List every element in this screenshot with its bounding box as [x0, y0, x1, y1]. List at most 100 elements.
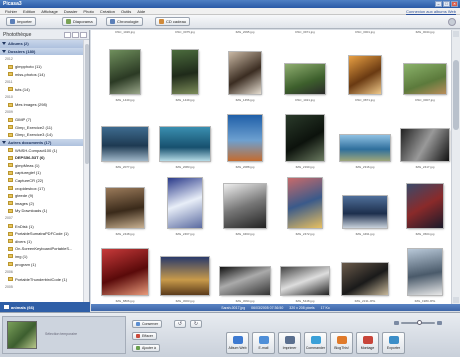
- menu-item-cration[interactable]: Création: [97, 9, 118, 14]
- sidebar-folder[interactable]: PortableSumatraPDFCode (1): [0, 230, 84, 238]
- photo-thumbnail[interactable]: [168, 178, 202, 228]
- expand-icon[interactable]: [2, 141, 6, 145]
- close-icon[interactable]: ×: [451, 1, 458, 7]
- profile-icon[interactable]: [448, 18, 456, 26]
- timeline-button[interactable]: Chronologie: [106, 17, 143, 26]
- slideshow-button[interactable]: Diaporama: [62, 17, 97, 26]
- photo-cell[interactable]: IMG_3604.jpg: [395, 174, 451, 240]
- sidebar-folder[interactable]: img (1): [0, 253, 84, 261]
- menu-item-aide[interactable]: Aide: [134, 9, 148, 14]
- sidebar-folder[interactable]: divers (1): [0, 237, 84, 245]
- sidebar-folder[interactable]: miss-photos (14): [0, 70, 84, 78]
- maximize-icon[interactable]: □: [443, 1, 450, 7]
- photo-thumbnail[interactable]: [110, 50, 140, 94]
- sidebar-folder[interactable]: Gimp_Exercice2 (11): [0, 124, 84, 132]
- add-to-button[interactable]: Ajouter à: [132, 344, 161, 352]
- photo-thumbnail[interactable]: [102, 127, 148, 161]
- sidebar-folder[interactable]: gteede (9): [0, 192, 84, 200]
- photo-thumbnail[interactable]: [106, 188, 144, 228]
- photo-thumbnail[interactable]: [224, 184, 266, 228]
- grid-scroll-thumb[interactable]: [453, 60, 459, 130]
- photo-thumbnail[interactable]: [401, 129, 449, 161]
- gift-cd-button[interactable]: CD cadeau: [155, 17, 191, 26]
- photo-cell[interactable]: IMG_1440.jpg: [95, 40, 155, 106]
- sidebar-folder[interactable]: program (1): [0, 260, 84, 268]
- menu-item-outils[interactable]: Outils: [118, 9, 134, 14]
- photo-cell[interactable]: IMG_2131.JPG: [335, 241, 395, 304]
- collage-button[interactable]: Montage: [356, 332, 379, 354]
- menu-item-dossier[interactable]: Dossier: [61, 9, 81, 14]
- photo-thumbnail[interactable]: [102, 249, 148, 295]
- photo-cell[interactable]: IMG_1456.jpg: [215, 40, 275, 106]
- selected-folder[interactable]: animals (66): [0, 302, 90, 312]
- photo-cell[interactable]: IMG_1980.JPG: [395, 241, 451, 304]
- photo-cell[interactable]: IMG_2472.jpg: [275, 174, 335, 240]
- web-album-button[interactable]: Album Web: [226, 332, 249, 354]
- sidebar-group[interactable]: Albums (2): [0, 40, 84, 48]
- photo-cell[interactable]: IMG_5448.jpg: [275, 241, 335, 304]
- sidebar-folder[interactable]: EnDisk (1): [0, 222, 84, 230]
- photo-thumbnail[interactable]: [220, 267, 270, 295]
- photo-cell[interactable]: IMG_3003.jpg: [155, 241, 215, 304]
- expand-icon[interactable]: [2, 42, 6, 46]
- photo-cell[interactable]: DSC_0871.jpg: [335, 40, 395, 106]
- sidebar-folder[interactable]: PortableThunderbirdCode (1): [0, 275, 84, 283]
- grid-scrollbar[interactable]: [451, 30, 460, 304]
- zoom-slider[interactable]: [394, 320, 442, 325]
- zoom-in-icon[interactable]: [437, 321, 442, 325]
- import-button[interactable]: Importer: [6, 17, 36, 26]
- photo-thumbnail[interactable]: [281, 267, 329, 295]
- scroll-up-icon[interactable]: [453, 31, 459, 37]
- photo-thumbnail[interactable]: [349, 56, 381, 94]
- sidebar-group[interactable]: Autres documents (17): [0, 138, 84, 147]
- expand-icon[interactable]: [2, 49, 6, 53]
- sidebar-folder[interactable]: Gimp_Exercice3 (14): [0, 131, 84, 139]
- photo-thumbnail[interactable]: [229, 52, 261, 94]
- photo-thumbnail[interactable]: [404, 64, 446, 94]
- clear-button[interactable]: Effacer: [132, 332, 158, 340]
- sidebar-folder[interactable]: captureglef (1): [0, 169, 84, 177]
- photo-thumbnail[interactable]: [342, 263, 388, 295]
- photo-cell[interactable]: IMG_2083.jpg: [155, 107, 215, 173]
- photo-cell[interactable]: IMG_3094.jpg: [215, 241, 275, 304]
- photo-thumbnail[interactable]: [408, 249, 442, 295]
- sidebar-folder[interactable]: tuts (14): [0, 86, 84, 94]
- email-button[interactable]: E-mail: [252, 332, 275, 354]
- zoom-out-icon[interactable]: [394, 321, 399, 325]
- web-albums-login-link[interactable]: Connexion aux albums Web: [406, 9, 460, 14]
- blogthis-button[interactable]: BlogThis!: [330, 332, 353, 354]
- menu-item-photo[interactable]: Photo: [80, 9, 96, 14]
- keep-button[interactable]: Conserver: [132, 320, 163, 328]
- photo-cell[interactable]: IMG_2448.jpg: [95, 174, 155, 240]
- photo-thumbnail[interactable]: [161, 257, 209, 295]
- selected-thumbnail[interactable]: [7, 321, 37, 349]
- sidebar-scrollbar[interactable]: [83, 40, 89, 302]
- photo-cell[interactable]: IMG_2077.jpg: [95, 107, 155, 173]
- sidebar-folder[interactable]: images (2): [0, 199, 84, 207]
- photo-cell[interactable]: IMG_8806.jpg: [95, 241, 155, 304]
- sidebar-folder[interactable]: Mes images (298): [0, 101, 84, 109]
- rotate-left-button[interactable]: ↺: [174, 320, 186, 328]
- photo-thumbnail[interactable]: [160, 127, 210, 161]
- menu-item-affichage[interactable]: Affichage: [38, 9, 61, 14]
- sidebar-folder[interactable]: gimpphoto (11): [0, 63, 84, 71]
- menu-item-edition[interactable]: Edition: [20, 9, 38, 14]
- export-button[interactable]: Exporter: [382, 332, 405, 354]
- print-button[interactable]: Imprimer: [278, 332, 301, 354]
- photo-cell[interactable]: DSC_1021.jpg: [275, 40, 335, 106]
- menu-item-fichier[interactable]: Fichier: [2, 9, 20, 14]
- scroll-down-icon[interactable]: [453, 297, 459, 303]
- photo-cell[interactable]: IMG_2088.jpg: [215, 107, 275, 173]
- photo-cell[interactable]: IMG_2190.jpg: [275, 107, 335, 173]
- photo-cell[interactable]: IMG_0463.jpg: [215, 174, 275, 240]
- sidebar-folder[interactable]: DEPS56-53T (6): [0, 154, 84, 162]
- rotate-right-button[interactable]: ↻: [190, 320, 202, 328]
- zoom-knob[interactable]: [416, 320, 422, 325]
- photo-cell[interactable]: DSC_0007.jpg: [395, 40, 451, 106]
- photo-thumbnail[interactable]: [288, 178, 322, 228]
- photo-cell[interactable]: IMG_4491.jpg: [335, 174, 395, 240]
- sidebar-folder[interactable]: gimpMeas (1): [0, 162, 84, 170]
- order-button[interactable]: Commander: [304, 332, 327, 354]
- sidebar-folder[interactable]: GIMP (7): [0, 116, 84, 124]
- sidebar-folder[interactable]: WNSH-Compact100 (1): [0, 146, 84, 154]
